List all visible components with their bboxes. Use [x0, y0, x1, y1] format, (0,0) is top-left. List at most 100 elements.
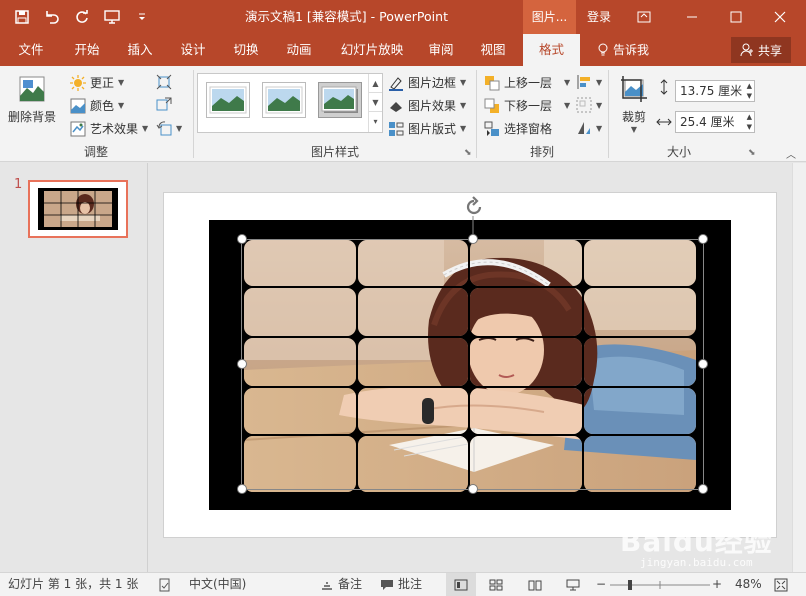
gallery-more-arrow[interactable]: ▾: [369, 112, 382, 131]
zoom-out-button[interactable]: −: [596, 573, 606, 596]
height-spinner-arrows[interactable]: ▲ ▼: [747, 81, 752, 101]
width-input[interactable]: 25.4 厘米 ▲ ▼: [675, 111, 755, 133]
tab-review[interactable]: 审阅: [418, 34, 464, 66]
artistic-effects-icon: [70, 121, 86, 136]
language-indicator[interactable]: 中文(中国): [189, 573, 246, 596]
slideshow-icon: [566, 579, 580, 590]
picture-style-soft-edge[interactable]: [262, 82, 306, 118]
fit-slide-button[interactable]: [774, 573, 788, 596]
spellcheck-icon: [159, 578, 170, 591]
vertical-scrollbar[interactable]: [792, 163, 806, 572]
resize-handle-bottom-left[interactable]: [237, 484, 247, 494]
group-button[interactable]: ▼: [576, 97, 602, 113]
zoom-level[interactable]: 48%: [735, 573, 762, 596]
slide-sorter-button[interactable]: [489, 573, 503, 596]
lightbulb-icon: [598, 43, 608, 56]
resize-handle-bottom-right[interactable]: [698, 484, 708, 494]
slideshow-button[interactable]: [566, 573, 580, 596]
picture-styles-group-label: 图片样式: [310, 145, 359, 159]
close-button[interactable]: [760, 0, 800, 34]
compress-icon: [156, 74, 172, 90]
selection-pane-label: 选择窗格: [504, 122, 553, 136]
change-picture-button[interactable]: [156, 97, 172, 113]
picture-effects-button[interactable]: 图片效果 ▼: [388, 97, 466, 114]
compress-pictures-button[interactable]: [156, 74, 172, 90]
width-spinner-arrows[interactable]: ▲ ▼: [747, 112, 752, 132]
rotate-button[interactable]: ▼: [576, 120, 602, 136]
adjust-group-label: 调整: [83, 145, 108, 159]
save-icon[interactable]: [12, 7, 32, 27]
tab-design[interactable]: 设计: [170, 34, 216, 66]
picture-styles-gallery: ▲ ▼ ▾: [197, 73, 383, 133]
zoom-in-button[interactable]: +: [712, 573, 722, 596]
remove-background-button[interactable]: 删除背景: [6, 74, 58, 125]
picture-layout-icon: [389, 121, 404, 136]
send-backward-button[interactable]: 下移一层 ▼: [484, 97, 570, 114]
tab-home[interactable]: 开始: [64, 34, 110, 66]
selection-pane-button[interactable]: 选择窗格: [484, 120, 552, 137]
size-dialog-launcher[interactable]: ⬊: [748, 148, 756, 158]
spellcheck-indicator[interactable]: [158, 573, 172, 596]
comments-label: 批注: [398, 577, 423, 591]
tab-view[interactable]: 视图: [470, 34, 516, 66]
status-bar: 幻灯片 第 1 张，共 1 张 中文(中国) 备注 批注 − + 48%: [0, 572, 806, 596]
notes-button[interactable]: 备注: [320, 573, 362, 596]
comments-button[interactable]: 批注: [380, 573, 422, 596]
tab-animations[interactable]: 动画: [276, 34, 322, 66]
maximize-button[interactable]: [716, 0, 756, 34]
zoom-slider[interactable]: [610, 573, 710, 596]
normal-view-button[interactable]: [446, 573, 476, 596]
styles-dialog-launcher[interactable]: ⬊: [464, 148, 472, 158]
width-icon-wrap: [656, 114, 672, 130]
rotation-handle[interactable]: [463, 196, 485, 221]
resize-handle-right[interactable]: [698, 359, 708, 369]
crop-icon: [621, 76, 647, 102]
style-thumbnail-icon: [321, 86, 358, 113]
picture-style-shadow[interactable]: [318, 82, 362, 118]
tab-slideshow[interactable]: 幻灯片放映: [332, 34, 412, 66]
tab-format[interactable]: 格式: [523, 34, 580, 66]
baidu-watermark: Baidu经验: [620, 525, 773, 558]
group-icon: [576, 97, 592, 113]
slide-thumbnail[interactable]: [28, 180, 128, 238]
corrections-button[interactable]: 更正 ▼: [70, 74, 124, 91]
start-from-beginning-icon[interactable]: [102, 7, 122, 27]
share-button[interactable]: 共享: [731, 37, 791, 63]
slide-info: 幻灯片 第 1 张，共 1 张: [8, 577, 139, 591]
redo-icon[interactable]: [72, 7, 92, 27]
color-button[interactable]: 颜色 ▼: [70, 97, 124, 114]
height-icon-wrap: [656, 79, 672, 95]
picture-tools-context-tab[interactable]: 图片...: [523, 0, 576, 34]
bring-forward-button[interactable]: 上移一层 ▼: [484, 74, 570, 91]
picture-layout-button[interactable]: 图片版式 ▼: [388, 120, 466, 137]
picture-border-button[interactable]: 图片边框 ▼: [388, 74, 466, 91]
rotate-icon: [578, 122, 590, 134]
height-input[interactable]: 13.75 厘米 ▲ ▼: [675, 80, 755, 102]
resize-handle-top-right[interactable]: [698, 234, 708, 244]
crop-button[interactable]: 裁剪 ▼: [614, 74, 654, 134]
gallery-up-arrow[interactable]: ▲: [369, 74, 382, 93]
ribbon-display-options-button[interactable]: [624, 0, 664, 34]
resize-handle-bottom[interactable]: [468, 484, 478, 494]
reading-view-button[interactable]: [528, 573, 542, 596]
customize-qat-icon[interactable]: [132, 7, 152, 27]
rotate-handle-icon: [466, 196, 482, 215]
reset-picture-button[interactable]: ▼: [156, 120, 182, 136]
minimize-button[interactable]: [672, 0, 712, 34]
collapse-ribbon-button[interactable]: ︿: [786, 146, 796, 161]
picture-style-simple-frame[interactable]: [206, 82, 250, 118]
close-icon: [774, 11, 786, 23]
resize-handle-top[interactable]: [468, 234, 478, 244]
align-icon: [577, 75, 590, 89]
undo-icon[interactable]: [42, 7, 62, 27]
tell-me-box[interactable]: 告诉我: [597, 34, 649, 66]
tab-insert[interactable]: 插入: [117, 34, 163, 66]
tab-file[interactable]: 文件: [8, 34, 54, 66]
resize-handle-top-left[interactable]: [237, 234, 247, 244]
login-button[interactable]: 登录: [587, 0, 611, 34]
align-button[interactable]: ▼: [576, 74, 602, 90]
artistic-effects-button[interactable]: 艺术效果 ▼: [70, 120, 148, 137]
tab-transitions[interactable]: 切换: [223, 34, 269, 66]
gallery-down-arrow[interactable]: ▼: [369, 93, 382, 112]
resize-handle-left[interactable]: [237, 359, 247, 369]
